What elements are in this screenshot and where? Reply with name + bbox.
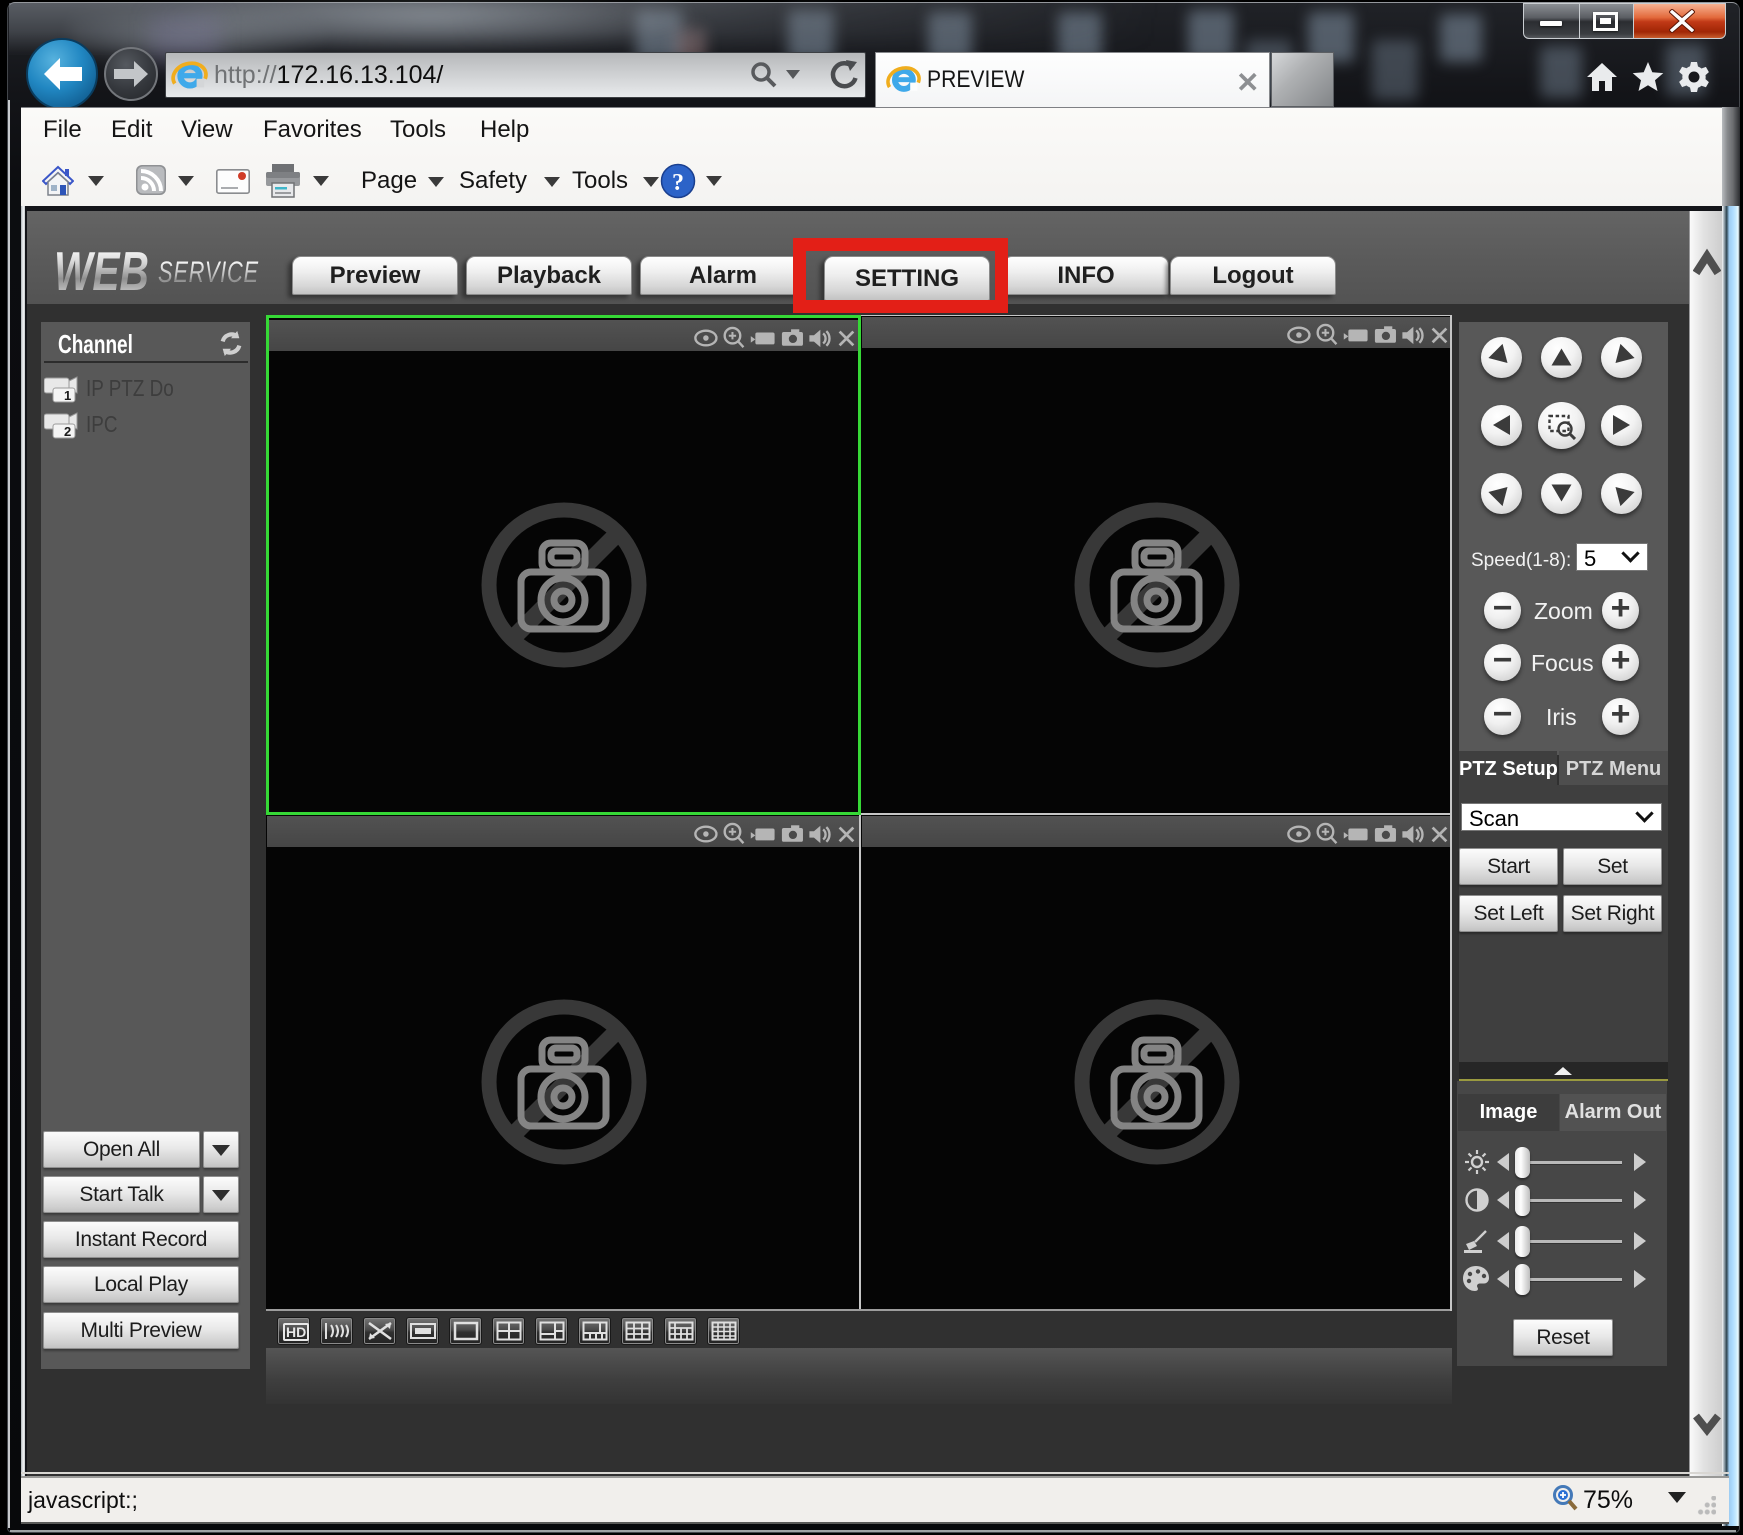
svg-text:2: 2 [64, 424, 71, 439]
svg-text:?: ? [672, 170, 684, 196]
svg-text:1: 1 [64, 388, 71, 403]
